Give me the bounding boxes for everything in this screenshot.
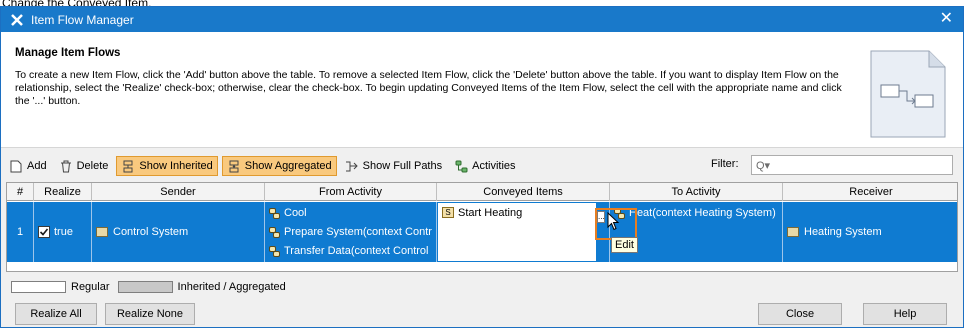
from-activity-list: Cool Prepare System(context Contr Transf…	[269, 205, 432, 259]
conveyed-item-name: Start Heating	[458, 207, 523, 219]
activities-button[interactable]: Activities	[450, 156, 519, 176]
list-item: Transfer Data(context Control	[269, 244, 432, 259]
inherited-swatch	[117, 281, 173, 293]
from-activity-label: Cool	[284, 207, 307, 219]
column-header-conveyed-items[interactable]: Conveyed Items	[437, 183, 610, 201]
sender-name: Control System	[113, 226, 189, 238]
realize-none-button[interactable]: Realize None	[105, 303, 195, 325]
realize-cell[interactable]: true	[34, 202, 92, 262]
footer: Realize All Realize None Close Help	[1, 299, 963, 328]
inherited-icon	[121, 159, 135, 173]
column-header-to-activity[interactable]: To Activity	[610, 183, 783, 201]
add-label: Add	[27, 160, 47, 172]
full-paths-icon	[345, 159, 359, 173]
show-inherited-label: Show Inherited	[139, 160, 213, 172]
toolbar: Add Delete Show Inherited Show Aggregate…	[1, 153, 963, 179]
table-row[interactable]: 1 true Control System Cool Prepare Syste…	[7, 202, 957, 262]
column-header-number[interactable]: #	[7, 183, 34, 201]
add-button[interactable]: Add	[5, 156, 51, 176]
list-item: Prepare System(context Contr	[269, 225, 432, 240]
action-icon	[269, 207, 280, 219]
from-activity-cell[interactable]: Cool Prepare System(context Contr Transf…	[265, 202, 437, 262]
edit-tooltip: Edit	[611, 237, 638, 253]
close-button[interactable]: Close	[758, 303, 842, 325]
legend-inherited-label: Inherited / Aggregated	[177, 281, 286, 293]
delete-label: Delete	[76, 160, 109, 172]
from-activity-label: Transfer Data(context Control	[284, 245, 429, 257]
filter-input[interactable]: Q▾	[751, 155, 953, 175]
realize-value: true	[54, 226, 73, 238]
item-flow-illustration-icon	[870, 50, 946, 138]
delete-button[interactable]: Delete	[55, 156, 113, 176]
item-flow-table: # Realize Sender From Activity Conveyed …	[6, 182, 958, 272]
aggregated-icon	[227, 159, 241, 173]
column-header-receiver[interactable]: Receiver	[783, 183, 957, 201]
app-logo-icon	[9, 12, 25, 28]
to-activity-list: Heat(context Heating System)	[614, 205, 776, 259]
list-item: Heat(context Heating System)	[614, 206, 776, 221]
conveyed-items-cell[interactable]: S Start Heating	[437, 202, 597, 262]
activities-icon	[454, 159, 468, 173]
search-icon: Q▾	[756, 159, 771, 172]
show-full-paths-button[interactable]: Show Full Paths	[341, 156, 446, 176]
legend: Regular Inherited / Aggregated	[11, 279, 286, 295]
regular-swatch	[11, 281, 66, 293]
header-panel: Manage Item Flows To create a new Item F…	[1, 32, 963, 148]
titlebar: Item Flow Manager ✕	[1, 7, 963, 32]
from-activity-label: Prepare System(context Contr	[284, 226, 432, 238]
action-icon	[269, 245, 280, 257]
block-icon	[787, 227, 799, 237]
column-header-realize[interactable]: Realize	[34, 183, 92, 201]
window-title: Item Flow Manager	[31, 12, 134, 27]
table-header: # Realize Sender From Activity Conveyed …	[7, 183, 957, 201]
item-flow-manager-dialog: Item Flow Manager ✕ Manage Item Flows To…	[0, 6, 964, 328]
header-description: To create a new Item Flow, click the 'Ad…	[15, 69, 842, 107]
show-aggregated-label: Show Aggregated	[244, 160, 332, 172]
realize-checkbox[interactable]	[38, 226, 50, 238]
new-document-icon	[9, 159, 23, 173]
help-button[interactable]: Help	[863, 303, 947, 325]
action-icon	[269, 226, 280, 238]
close-icon[interactable]: ✕	[940, 10, 953, 28]
receiver-name: Heating System	[804, 226, 882, 238]
legend-regular-label: Regular	[71, 281, 110, 293]
mouse-cursor-icon	[607, 212, 620, 231]
filter-label: Filter:	[711, 158, 739, 170]
block-icon	[96, 227, 108, 237]
signal-icon: S	[442, 207, 454, 218]
row-number: 1	[7, 202, 34, 262]
show-aggregated-toggle[interactable]: Show Aggregated	[221, 156, 337, 176]
list-item: Cool	[269, 206, 432, 221]
header-title: Manage Item Flows	[15, 47, 121, 59]
to-activity-label: Heat(context Heating System)	[629, 207, 776, 219]
trash-icon	[59, 159, 73, 173]
column-header-sender[interactable]: Sender	[92, 183, 265, 201]
show-inherited-toggle[interactable]: Show Inherited	[116, 156, 218, 176]
realize-all-button[interactable]: Realize All	[15, 303, 97, 325]
sender-cell[interactable]: Control System	[92, 202, 265, 262]
activities-label: Activities	[472, 160, 516, 172]
show-full-paths-label: Show Full Paths	[362, 160, 443, 172]
receiver-cell[interactable]: Heating System	[783, 202, 957, 262]
column-header-from-activity[interactable]: From Activity	[265, 183, 437, 201]
